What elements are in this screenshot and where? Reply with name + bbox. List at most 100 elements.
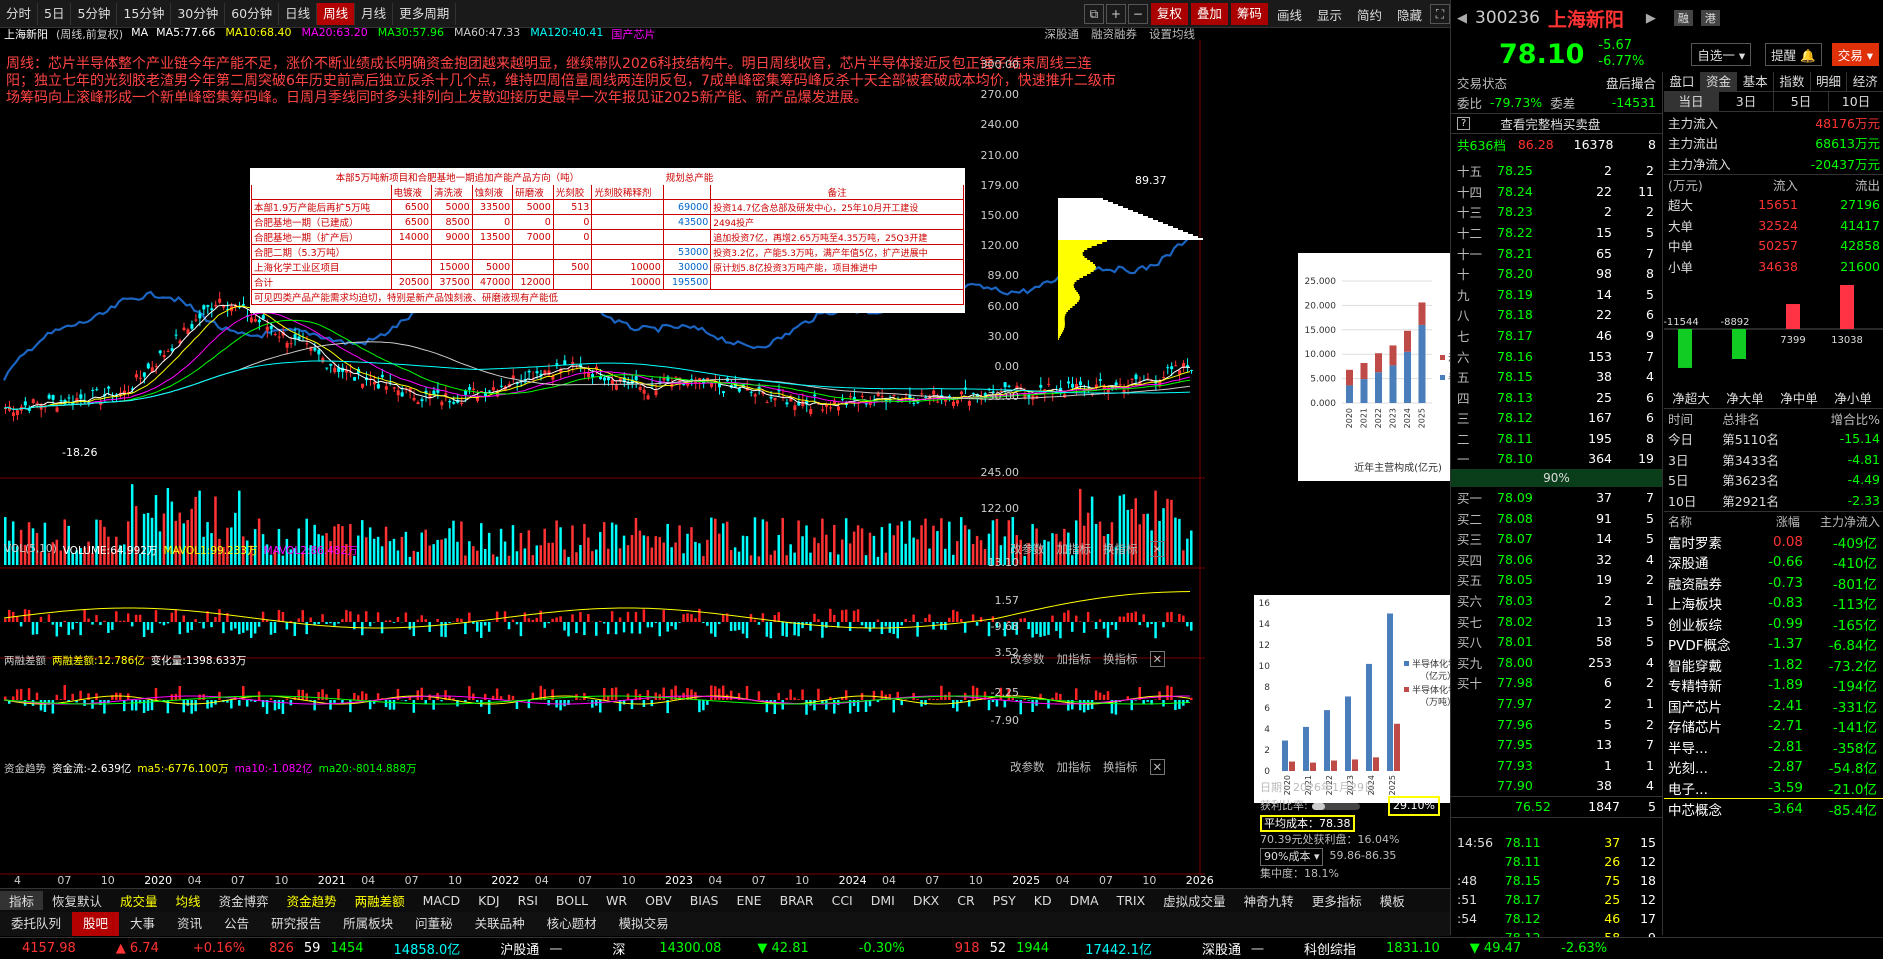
indicator-tab-18[interactable]: DKX xyxy=(904,893,948,908)
period-1[interactable]: 5日 xyxy=(38,2,72,25)
window-icon[interactable]: ⧉ xyxy=(1083,4,1104,24)
indicator-tab-12[interactable]: OBV xyxy=(636,893,681,908)
indicator-action[interactable]: 加指标 xyxy=(1057,651,1092,667)
toolbar-btn-5[interactable]: 简约 xyxy=(1351,5,1388,24)
bid-row[interactable]: 77.97 2 1 xyxy=(1451,693,1662,714)
ask-row[interactable]: 二 78.11 195 8 xyxy=(1451,428,1662,449)
bid-row[interactable]: 买二 78.08 91 5 xyxy=(1451,508,1662,529)
hk-badge[interactable]: 港 xyxy=(1700,10,1720,26)
flow-period-2[interactable]: 5日 xyxy=(1774,92,1829,111)
full-book-link[interactable]: 查看完整档买卖盘 xyxy=(1500,114,1600,133)
bottom-tab-3[interactable]: 资讯 xyxy=(166,912,213,936)
flow-period-0[interactable]: 当日 xyxy=(1664,92,1719,111)
indicator-action[interactable]: 换指标 xyxy=(1103,541,1138,557)
indicator-tab-14[interactable]: ENE xyxy=(727,893,770,908)
zoom-in-icon[interactable]: + xyxy=(1105,4,1126,24)
bottom-tab-9[interactable]: 核心题材 xyxy=(536,912,608,936)
indicator-tab-27[interactable]: 模板 xyxy=(1371,891,1414,910)
indicator-tab-25[interactable]: 神奇九转 xyxy=(1235,891,1303,910)
indicator-tab-21[interactable]: KD xyxy=(1025,893,1061,908)
ask-row[interactable]: 八 78.18 22 6 xyxy=(1451,305,1662,326)
sector-row[interactable]: 智能穿戴 -1.82 -73.2亿 xyxy=(1664,654,1883,675)
indicator-tab-23[interactable]: TRIX xyxy=(1108,893,1155,908)
bid-row[interactable]: 77.96 5 2 xyxy=(1451,714,1662,735)
indicator-tab-9[interactable]: RSI xyxy=(509,893,547,908)
period-3[interactable]: 15分钟 xyxy=(117,2,172,25)
ask-row[interactable]: 十二 78.22 15 5 xyxy=(1451,222,1662,243)
close-icon[interactable]: ✕ xyxy=(1149,541,1166,557)
flow-period-3[interactable]: 10日 xyxy=(1829,92,1883,111)
toolbar-btn-1[interactable]: 叠加 xyxy=(1190,3,1228,25)
sector-row[interactable]: 存储芯片 -2.71 -141亿 xyxy=(1664,716,1883,737)
flow-tab-3[interactable]: 指数 xyxy=(1774,72,1811,91)
bid-row[interactable]: 77.93 1 1 xyxy=(1451,755,1662,776)
indicator-tab-6[interactable]: 两融差额 xyxy=(346,891,414,910)
next-stock-icon[interactable]: ▶ xyxy=(1646,11,1656,26)
indicator-tab-3[interactable]: 均线 xyxy=(167,891,210,910)
period-5[interactable]: 60分钟 xyxy=(225,2,280,25)
indicator-tab-11[interactable]: WR xyxy=(597,893,636,908)
bid-row[interactable]: 买九 78.00 253 4 xyxy=(1451,652,1662,673)
margin-actions[interactable]: 改参数 加指标 换指标 ✕ xyxy=(1010,651,1166,667)
bid-row[interactable]: 买六 78.03 2 1 xyxy=(1451,590,1662,611)
period-6[interactable]: 日线 xyxy=(279,2,318,25)
sector-row[interactable]: 深股通 -0.66 -410亿 xyxy=(1664,552,1883,573)
indicator-tab-8[interactable]: KDJ xyxy=(469,893,509,908)
sgt-label[interactable]: 深股通 xyxy=(1202,939,1241,958)
flow-tab-5[interactable]: 经济 xyxy=(1847,72,1883,91)
help-icon[interactable]: ? xyxy=(1457,116,1471,130)
indicator-tab-0[interactable]: 指标 xyxy=(0,891,44,910)
bid-row[interactable]: 买八 78.01 58 5 xyxy=(1451,631,1662,652)
bottom-tab-10[interactable]: 模拟交易 xyxy=(608,912,680,936)
indicator-tab-13[interactable]: BIAS xyxy=(681,893,728,908)
period-4[interactable]: 30分钟 xyxy=(171,2,226,25)
sector-row[interactable]: 上海板块 -0.83 -113亿 xyxy=(1664,593,1883,614)
flow-tab-1[interactable]: 资金 xyxy=(1700,72,1738,91)
sector-row[interactable]: 中芯概念 -3.64 -85.4亿 xyxy=(1664,797,1883,819)
sector-row[interactable]: 专精特新 -1.89 -194亿 xyxy=(1664,675,1883,696)
bottom-tab-1[interactable]: 股吧 xyxy=(72,912,120,936)
bid-row[interactable]: 买四 78.06 32 4 xyxy=(1451,549,1662,570)
toolbar-btn-3[interactable]: 画线 xyxy=(1271,5,1308,24)
indicator-tab-24[interactable]: 虚拟成交量 xyxy=(1154,891,1235,910)
indicator-action[interactable]: 加指标 xyxy=(1057,541,1092,557)
trade-button[interactable]: 交易 ▾ xyxy=(1831,42,1879,66)
close-icon[interactable]: ✕ xyxy=(1149,651,1166,667)
vol-actions[interactable]: 改参数 加指标 换指标 ✕ xyxy=(1010,541,1166,557)
sector-row[interactable]: 国产芯片 -2.41 -331亿 xyxy=(1664,695,1883,716)
indicator-action[interactable]: 改参数 xyxy=(1010,759,1045,775)
fund-actions[interactable]: 改参数 加指标 换指标 ✕ xyxy=(1010,759,1166,775)
bid-row[interactable]: 买七 78.02 13 5 xyxy=(1451,611,1662,632)
period-8[interactable]: 月线 xyxy=(355,2,394,25)
bottom-tab-8[interactable]: 关联品种 xyxy=(464,912,536,936)
zoom-out-icon[interactable]: − xyxy=(1127,4,1148,24)
toolbar-btn-2[interactable]: 筹码 xyxy=(1230,3,1268,25)
bid-row[interactable]: 买三 78.07 14 5 xyxy=(1451,528,1662,549)
indicator-action[interactable]: 换指标 xyxy=(1103,759,1138,775)
bottom-tab-7[interactable]: 问董秘 xyxy=(404,912,464,936)
kline-chart-area[interactable]: 上海新阳 (周线,前复权) MA MA5:77.66 MA10:68.40 MA20… xyxy=(0,26,1506,887)
ask-row[interactable]: 四 78.13 25 6 xyxy=(1451,387,1662,408)
prev-stock-icon[interactable]: ◀ xyxy=(1457,11,1467,26)
ask-row[interactable]: 十五 78.25 2 2 xyxy=(1451,160,1662,181)
toolbar-btn-6[interactable]: 隐藏 xyxy=(1391,5,1428,24)
indicator-tab-22[interactable]: DMA xyxy=(1061,893,1108,908)
sector-row[interactable]: 融资融券 -0.73 -801亿 xyxy=(1664,572,1883,593)
sector-row[interactable]: PVDF概念 -1.37 -6.84亿 xyxy=(1664,634,1883,655)
period-0[interactable]: 分时 xyxy=(0,2,39,25)
period-2[interactable]: 5分钟 xyxy=(71,2,118,25)
indicator-action[interactable]: 改参数 xyxy=(1010,541,1045,557)
ask-row[interactable]: 十三 78.23 2 2 xyxy=(1451,202,1662,223)
ask-row[interactable]: 十四 78.24 22 11 xyxy=(1451,181,1662,202)
bottom-tab-6[interactable]: 所属板块 xyxy=(332,912,404,936)
indicator-action[interactable]: 换指标 xyxy=(1103,651,1138,667)
flow-tab-2[interactable]: 基本 xyxy=(1737,72,1775,91)
indicator-tab-2[interactable]: 成交量 xyxy=(111,891,167,910)
fullscreen-icon[interactable]: ⛶ xyxy=(1430,4,1450,24)
bid-row[interactable]: 买一 78.09 37 7 xyxy=(1451,487,1662,508)
ask-row[interactable]: 十一 78.21 65 7 xyxy=(1451,243,1662,264)
sector-row[interactable]: 半导... -2.81 -358亿 xyxy=(1664,736,1883,757)
ask-row[interactable]: 三 78.12 167 6 xyxy=(1451,408,1662,429)
bid-row[interactable]: 买十 77.98 6 2 xyxy=(1451,673,1662,694)
toolbar-btn-0[interactable]: 复权 xyxy=(1150,3,1188,25)
